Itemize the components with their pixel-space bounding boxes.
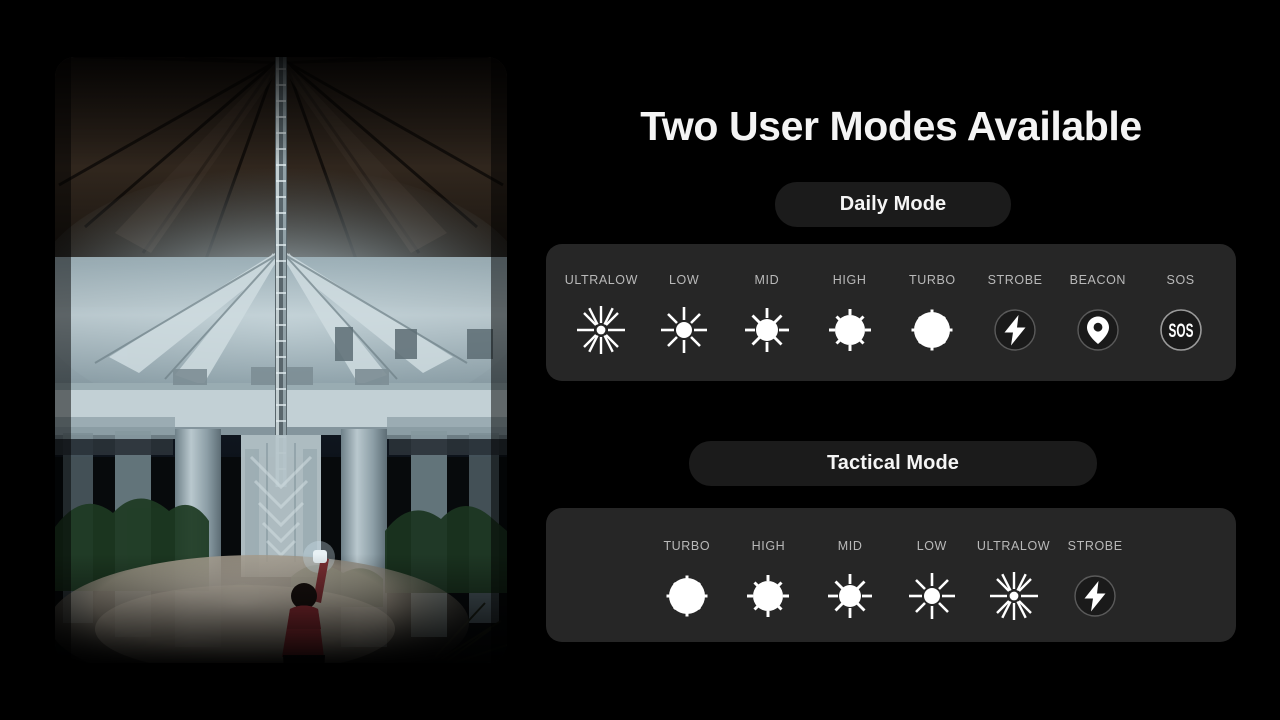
daily-mode-list: ULTRALOW LOW MID HIGH TURBO STROBE BEACO…: [546, 273, 1236, 357]
sun-rays-small-icon: [657, 303, 711, 357]
mode-item-high[interactable]: HIGH: [808, 273, 891, 357]
bridge-flashlight-photo: [55, 57, 507, 663]
mode-label: STROBE: [987, 273, 1043, 287]
mode-item-turbo[interactable]: TURBO: [891, 273, 974, 357]
sun-solid-icon: [905, 303, 959, 357]
mode-label: STROBE: [1067, 539, 1123, 553]
mode-item-beacon[interactable]: BEACON: [1057, 273, 1140, 357]
sun-rays-medium-icon: [740, 303, 794, 357]
lightning-bolt-icon: [1068, 569, 1122, 623]
mode-item-strobe[interactable]: STROBE: [1054, 539, 1136, 623]
sun-solid-icon: [660, 569, 714, 623]
page-title: Two User Modes Available: [640, 103, 1142, 149]
mode-item-low[interactable]: LOW: [643, 273, 726, 357]
mode-label: MID: [837, 539, 863, 553]
mode-label: HIGH: [751, 539, 786, 553]
mode-label: HIGH: [832, 273, 867, 287]
daily-mode-button[interactable]: Daily Mode: [775, 182, 1011, 227]
mode-item-strobe[interactable]: STROBE: [974, 273, 1057, 357]
mode-item-high[interactable]: HIGH: [728, 539, 810, 623]
mode-item-mid[interactable]: MID: [809, 539, 891, 623]
mode-label: LOW: [916, 539, 947, 553]
modes-section: Two User Modes Available Daily Mode ULTR…: [546, 0, 1236, 720]
sun-rays-large-icon: [741, 569, 795, 623]
lightning-bolt-icon: [988, 303, 1042, 357]
location-pin-icon: [1071, 303, 1125, 357]
mode-item-sos[interactable]: SOS SOS: [1139, 273, 1222, 357]
mode-item-ultralow[interactable]: ULTRALOW: [973, 539, 1055, 623]
mode-label: LOW: [668, 273, 700, 287]
sun-rays-small-icon: [905, 569, 959, 623]
mode-label: TURBO: [663, 539, 711, 553]
sun-rays-xsmall-icon: [987, 569, 1041, 623]
mode-label: ULTRALOW: [976, 539, 1051, 553]
sun-rays-large-icon: [823, 303, 877, 357]
mode-label: SOS: [1166, 273, 1195, 287]
daily-mode-panel: ULTRALOW LOW MID HIGH TURBO STROBE BEACO…: [546, 244, 1236, 381]
mode-item-low[interactable]: LOW: [891, 539, 973, 623]
svg-text:SOS: SOS: [1168, 322, 1193, 342]
mode-label: TURBO: [909, 273, 956, 287]
mode-label: BEACON: [1069, 273, 1127, 287]
sun-rays-medium-icon: [823, 569, 877, 623]
promo-slide: Two User Modes Available Daily Mode ULTR…: [0, 0, 1280, 720]
mode-item-mid[interactable]: MID: [726, 273, 809, 357]
tactical-mode-button[interactable]: Tactical Mode: [689, 441, 1097, 486]
tactical-mode-list: TURBO HIGH MID LOW ULTRALOW STROBE: [546, 539, 1236, 623]
tactical-mode-panel: TURBO HIGH MID LOW ULTRALOW STROBE: [546, 508, 1236, 642]
mode-item-ultralow[interactable]: ULTRALOW: [560, 273, 643, 357]
mode-label: MID: [754, 273, 780, 287]
mode-item-turbo[interactable]: TURBO: [646, 539, 728, 623]
sos-icon: SOS: [1154, 303, 1208, 357]
mode-label: ULTRALOW: [564, 273, 639, 287]
sun-rays-xsmall-icon: [574, 303, 628, 357]
